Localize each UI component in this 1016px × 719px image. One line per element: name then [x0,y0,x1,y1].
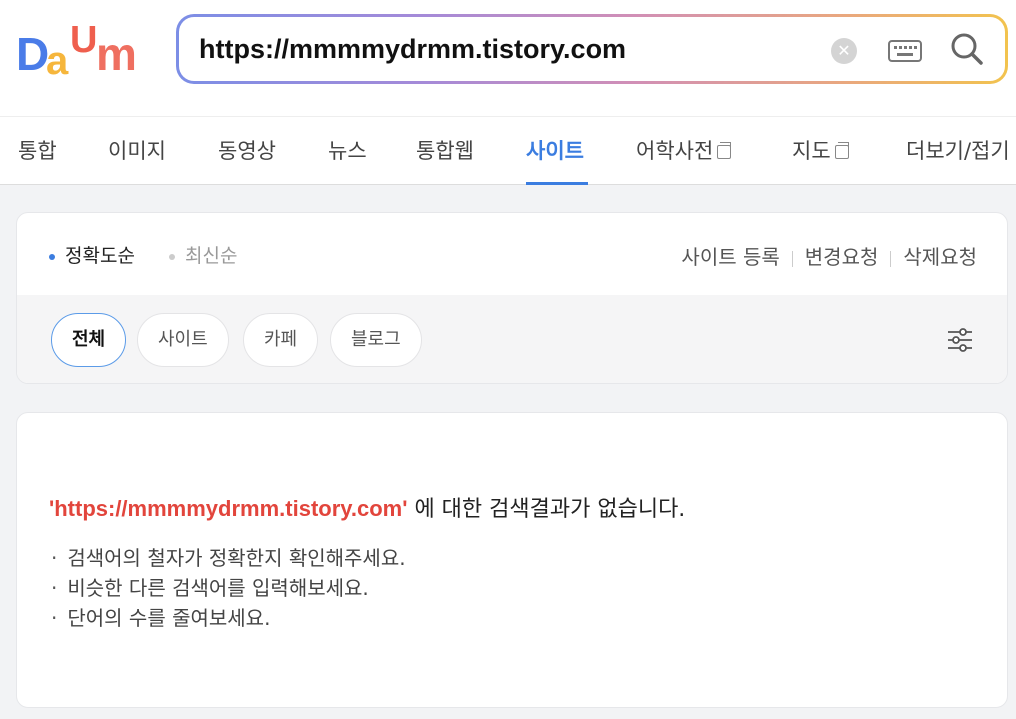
change-request-link[interactable]: 변경요청 [805,245,879,269]
delete-request-link[interactable]: 삭제요청 [903,245,977,269]
chip-row: 전체 사이트 카페 블로그 [17,295,1007,383]
tab-images[interactable]: 이미지 [108,135,166,165]
list-item: 검색어의 철자가 정확한지 확인해주세요. [51,543,405,573]
external-link-icon [717,142,732,159]
sort-accuracy-label: 정확도순 [65,245,135,267]
no-result-message: 'https://mmmmydrmm.tistory.com' 에 대한 검색결… [49,491,685,523]
sort-accuracy[interactable]: 정확도순 [49,241,135,268]
tab-dictionary[interactable]: 어학사전 [636,135,732,165]
chip-cafe[interactable]: 카페 [243,313,319,367]
sort-latest[interactable]: 최신순 [169,241,237,268]
tab-dictionary-label: 어학사전 [636,139,714,163]
selected-dot [49,253,55,260]
external-link-icon [834,142,849,159]
svg-text:D: D [16,28,49,78]
search-inner: ✕ [179,17,1005,81]
divider [890,250,892,267]
chip-blog[interactable]: 블로그 [330,313,422,367]
tab-total[interactable]: 통합 [18,135,57,165]
tab-map[interactable]: 지도 [792,135,849,165]
keyboard-icon[interactable] [887,37,923,65]
sort-row: 정확도순 최신순 사이트 등록 변경요청 삭제요청 [17,213,1007,295]
query-text: 'https://mmmmydrmm.tistory.com' [49,496,408,521]
tab-web[interactable]: 통합웹 [416,135,474,165]
svg-text:m: m [96,28,137,78]
request-links: 사이트 등록 변경요청 삭제요청 [681,241,977,270]
svg-text:a: a [46,39,69,78]
tab-map-label: 지도 [792,139,831,163]
svg-text:U: U [70,22,97,61]
chip-all[interactable]: 전체 [51,313,127,367]
tab-site[interactable]: 사이트 [526,135,584,165]
no-result-text: 에 대한 검색결과가 없습니다. [407,497,686,522]
search-input[interactable] [199,31,819,67]
result-card: 'https://mmmmydrmm.tistory.com' 에 대한 검색결… [16,412,1008,708]
list-item: 단어의 수를 줄여보세요. [51,603,406,633]
active-tab-indicator [526,182,588,185]
header: D a U m ✕ [0,0,1016,116]
daum-logo[interactable]: D a U m [16,22,146,78]
sort-latest-label: 최신순 [185,245,238,267]
search-box: ✕ [176,14,1008,84]
list-item: 비슷한 다른 검색어를 입력해보세요. [51,573,406,603]
divider [791,250,793,267]
tab-more[interactable]: 더보기/접기 [906,135,1010,165]
filter-sliders-icon[interactable] [947,327,973,353]
clear-icon[interactable]: ✕ [831,38,857,64]
site-register-link[interactable]: 사이트 등록 [681,245,779,269]
chip-site[interactable]: 사이트 [137,313,229,367]
search-icon[interactable] [949,31,985,67]
tips-list: 검색어의 철자가 정확한지 확인해주세요. 비슷한 다른 검색어를 입력해보세요… [51,543,406,633]
filter-card: 정확도순 최신순 사이트 등록 변경요청 삭제요청 전체 사이트 카페 블로그 [16,212,1008,384]
unselected-dot [169,253,175,260]
tab-videos[interactable]: 동영상 [218,135,276,165]
tab-news[interactable]: 뉴스 [328,135,367,165]
search-tabs: 통합 이미지 동영상 뉴스 통합웹 사이트 어학사전 지도 더보기/접기 [0,116,1016,185]
